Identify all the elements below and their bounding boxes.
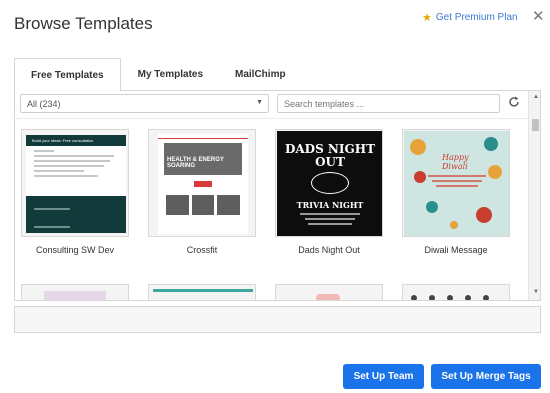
dialog-title: Browse Templates: [14, 14, 153, 33]
template-card-partial[interactable]: [21, 284, 129, 300]
template-card-partial[interactable]: [148, 284, 256, 300]
template-card-partial[interactable]: [275, 284, 383, 300]
setup-team-button[interactable]: Set Up Team: [343, 364, 424, 389]
thumbnail-subheadline: TRIVIA NIGHT: [296, 200, 364, 211]
template-thumbnail: DADS NIGHT OUT TRIVIA NIGHT: [277, 131, 382, 236]
scrollbar[interactable]: ▲ ▼: [528, 91, 540, 300]
template-thumbnail: Build your ideas: Free consultation: [26, 135, 126, 233]
get-premium-link[interactable]: ★ Get Premium Plan: [422, 11, 518, 24]
template-name: Crossfit: [186, 245, 218, 255]
template-tabs: Free Templates My Templates MailChimp: [14, 58, 301, 91]
toolbar-divider: [15, 118, 528, 119]
star-icon: ★: [422, 12, 432, 24]
search-input[interactable]: [277, 94, 500, 113]
tab-mailchimp[interactable]: MailChimp: [220, 58, 301, 91]
thumbnail-footer: [26, 196, 126, 233]
template-card-crossfit[interactable]: HEALTH & ENERGY SOARING: [148, 129, 256, 237]
template-name: Dads Night Out: [298, 245, 360, 255]
scrollbar-thumb[interactable]: [532, 119, 539, 131]
thumbnail-headline: DADS NIGHT OUT: [284, 142, 376, 169]
template-thumbnail: Happy Diwali: [404, 131, 509, 236]
scroll-up-icon[interactable]: ▲: [533, 94, 539, 100]
tab-free-templates[interactable]: Free Templates: [14, 58, 121, 91]
category-select[interactable]: All (234) ▼: [20, 94, 269, 113]
template-thumbnail: HEALTH & ENERGY SOARING: [158, 134, 248, 234]
thumbnail-banner: Build your ideas: Free consultation: [26, 135, 126, 146]
scroll-down-icon[interactable]: ▼: [533, 289, 539, 295]
template-name: Consulting SW Dev: [35, 245, 115, 255]
thumbnail-text-lines: [26, 146, 126, 184]
setup-merge-tags-button[interactable]: Set Up Merge Tags: [431, 364, 541, 389]
template-card-consulting[interactable]: Build your ideas: Free consultation: [21, 129, 129, 237]
template-preview-bar: [14, 306, 541, 333]
thumbnail-headline: HEALTH & ENERGY SOARING: [164, 143, 242, 175]
template-name: Diwali Message: [424, 245, 488, 255]
close-icon[interactable]: ✕: [532, 9, 545, 24]
tab-my-templates[interactable]: My Templates: [123, 58, 218, 91]
template-card-partial[interactable]: [402, 284, 510, 300]
chevron-down-icon: ▼: [256, 99, 263, 106]
template-card-diwali[interactable]: Happy Diwali: [402, 129, 510, 237]
refresh-icon[interactable]: [507, 95, 521, 109]
templates-panel: All (234) ▼ ▲ ▼ Build your ideas: Free c…: [14, 90, 541, 301]
thumbnail-headline: Happy Diwali: [442, 153, 469, 171]
template-card-dads-night-out[interactable]: DADS NIGHT OUT TRIVIA NIGHT: [275, 129, 383, 237]
category-select-value: All (234): [27, 98, 61, 109]
get-premium-label: Get Premium Plan: [435, 12, 518, 23]
